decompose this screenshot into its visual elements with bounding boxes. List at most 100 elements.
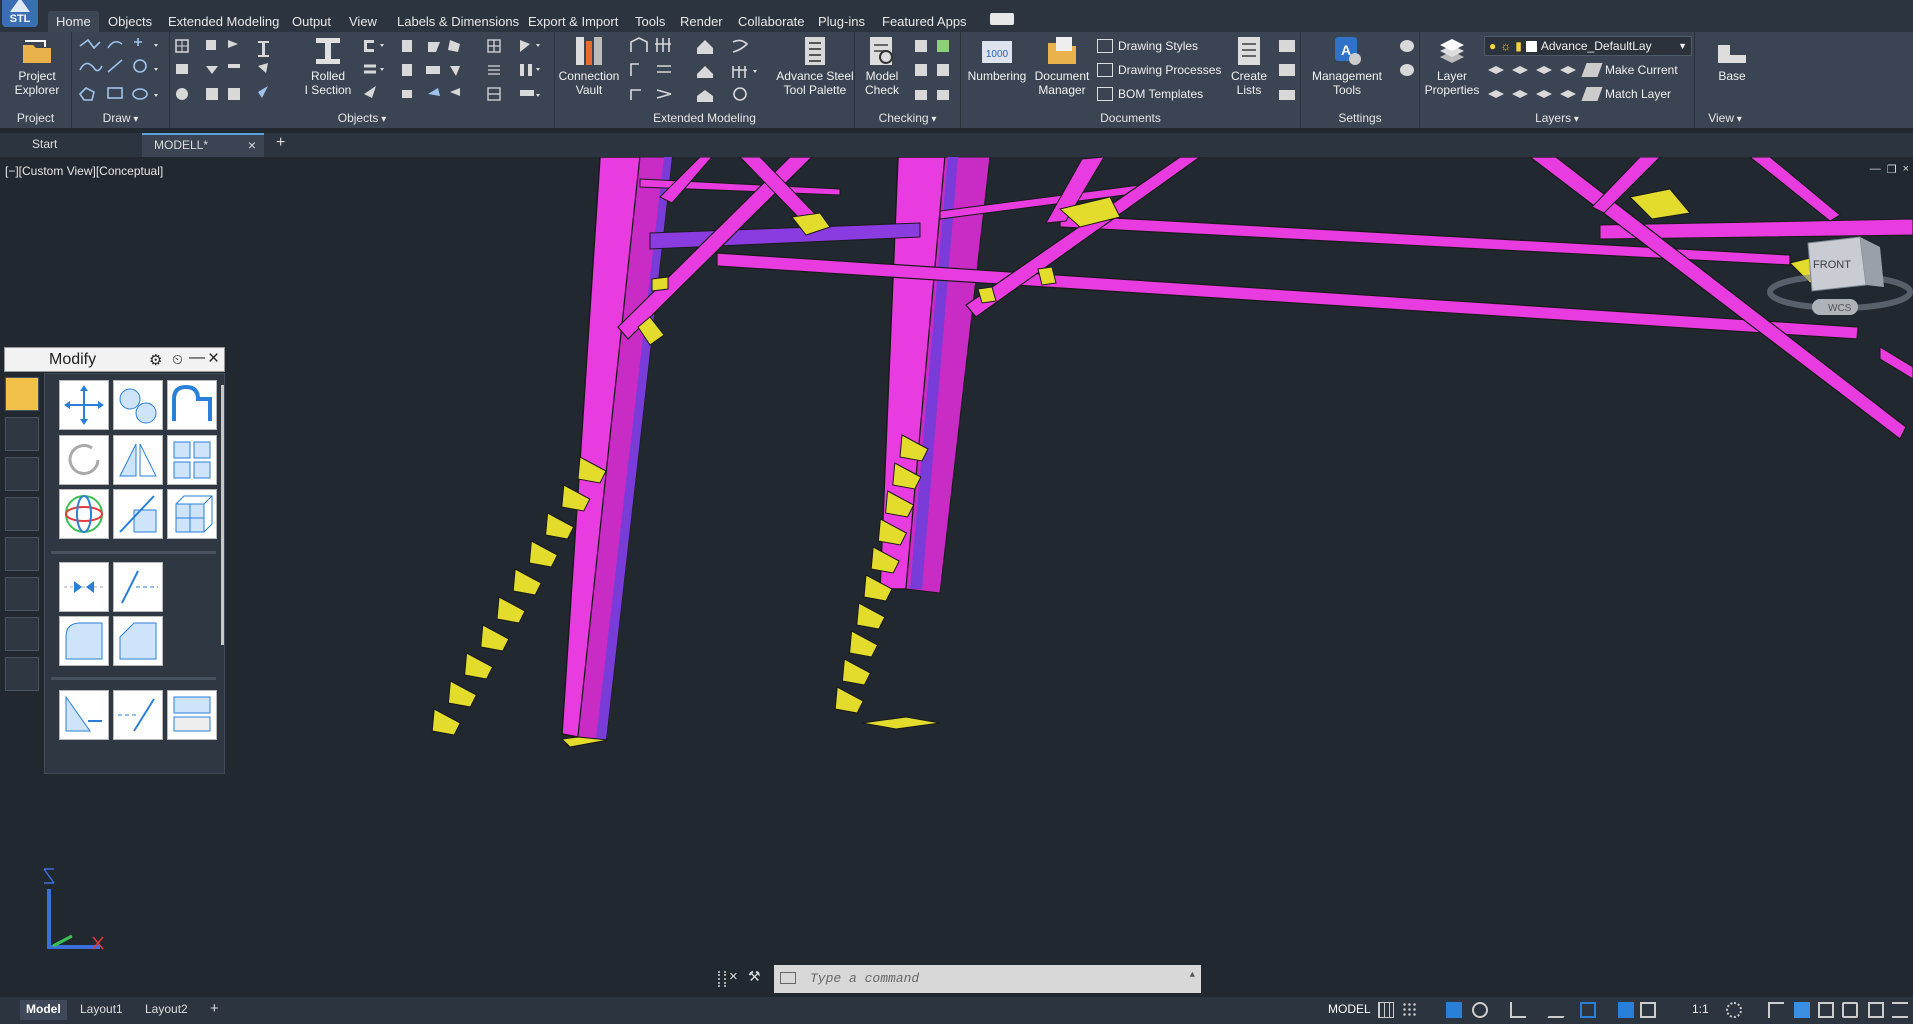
document-manager-button[interactable]: Document Manager [1031,35,1093,97]
array-tool-icon[interactable] [167,435,217,485]
close-icon[interactable]: × [248,137,256,153]
numbering-button[interactable]: 1000 Numbering [965,35,1029,83]
steel-object-icons[interactable] [360,36,555,106]
project-explorer-button[interactable]: Project Explorer [8,35,66,97]
rotate-3d-tool-icon[interactable] [59,489,109,539]
drawing-styles-button[interactable]: Drawing Styles [1097,36,1198,56]
annotation-visibility-icon[interactable] [1618,1002,1634,1018]
tab-view[interactable]: View [349,11,377,32]
bom-templates-button[interactable]: BOM Templates [1097,84,1203,104]
minimize-palette-icon[interactable]: — [189,349,205,367]
model-space-toggle[interactable]: MODEL [1328,1000,1371,1020]
stretch-tool-icon[interactable] [59,690,109,740]
palette-scrollbar[interactable] [221,385,224,645]
tab-extended-modeling[interactable]: Extended Modeling [168,11,279,32]
management-tools-button[interactable]: A Management Tools [1307,35,1387,97]
isolate-objects-icon[interactable] [1818,1002,1834,1018]
autoscale-icon[interactable] [1640,1002,1656,1018]
layout-tab-model[interactable]: Model [20,1000,67,1020]
tools-tab-icon[interactable] [5,417,39,451]
command-input[interactable]: Type a command ▲ [774,965,1201,993]
tab-plugins[interactable]: Plug-ins [818,11,865,32]
new-tab-plus-icon[interactable]: + [270,133,294,157]
settings-database-icons[interactable] [1397,36,1419,106]
ortho-icon[interactable] [1446,1002,1462,1018]
tool-palette-button[interactable]: Advance Steel Tool Palette [775,35,855,97]
layout-tab-layout1[interactable]: Layout1 [80,1000,123,1020]
tab-objects[interactable]: Objects [108,11,152,32]
add-layout-plus-icon[interactable]: + [210,998,219,1018]
move-tool-icon[interactable] [59,380,109,430]
grid-icon[interactable] [1378,1002,1394,1018]
create-lists-button[interactable]: Create Lists [1227,35,1271,97]
layer-properties-button[interactable]: Layer Properties [1422,35,1482,97]
command-grip-icon[interactable] [718,971,726,987]
ribbon-options-icon[interactable] [990,13,1014,25]
layout-tab-layout2[interactable]: Layout2 [145,1000,188,1020]
snap-icon[interactable] [1402,1002,1418,1018]
make-current-button[interactable]: Make Current [1581,60,1678,80]
pencil-tab-icon[interactable] [5,377,39,411]
command-history-icon[interactable]: ▲ [1190,970,1195,980]
model-check-button[interactable]: Model Check [859,35,905,97]
annotation-scale[interactable]: 1:1 [1692,1000,1709,1020]
tab-export-import[interactable]: Export & Import [528,11,618,32]
workspace-icon[interactable] [1794,1002,1810,1018]
offset-tool-icon[interactable] [167,380,217,430]
model-viewport[interactable]: [−][Custom View][Conceptual] — ❐ × FRONT… [0,157,1913,997]
region-tab-icon[interactable] [5,577,39,611]
tab-collaborate[interactable]: Collaborate [738,11,805,32]
polar-icon[interactable] [1472,1002,1488,1018]
match-layer-button[interactable]: Match Layer [1581,84,1671,104]
draw-tools-icons[interactable] [76,36,170,106]
extended-modeling-icons-2[interactable] [693,36,773,106]
gear-icon[interactable]: ⚙ [149,351,162,369]
tab-output[interactable]: Output [292,11,331,32]
tab-modell[interactable]: MODELL* × [142,133,264,157]
tab-labels-dimensions[interactable]: Labels & Dimensions [397,11,519,32]
user-tab-icon[interactable] [5,457,39,491]
layer-tool-icons[interactable] [1484,60,1584,104]
drawing-processes-button[interactable]: Drawing Processes [1097,60,1221,80]
tab-tools[interactable]: Tools [635,11,665,32]
hardware-acceleration-icon[interactable] [1842,1002,1858,1018]
grid-object-icons[interactable] [172,36,292,106]
object-snap-icon[interactable] [1580,1002,1596,1018]
command-prompt-icon[interactable] [780,972,796,984]
copy-tool-icon[interactable] [113,380,163,430]
viewcube-label[interactable]: FRONT [1813,259,1851,271]
align-tool-icon[interactable] [167,690,217,740]
tab-home[interactable]: Home [48,11,99,32]
layer-dropdown[interactable]: ● ☼ ▮ Advance_DefaultLay ▼ [1484,36,1692,56]
plus-icon[interactable] [1768,1002,1784,1018]
connection-vault-button[interactable]: Connection Vault [558,35,620,97]
tab-featured-apps[interactable]: Featured Apps [882,11,967,32]
object-snap-tracking-icon[interactable] [1547,1002,1573,1018]
gear-settings-icon[interactable] [1726,1002,1742,1018]
application-menu-button[interactable]: STL [2,0,38,27]
scale-tool-icon[interactable] [113,489,163,539]
base-view-button[interactable]: Base [1707,35,1757,83]
fillet-tool-icon[interactable] [59,616,109,666]
extended-modeling-icons[interactable] [627,36,697,106]
profile-tab-icon[interactable] [5,617,39,651]
extend-tool-icon[interactable] [113,562,163,612]
wcs-label[interactable]: WCS [1828,303,1852,314]
isodraft-icon[interactable] [1510,1002,1526,1018]
tab-render[interactable]: Render [680,11,723,32]
break-tool-icon[interactable] [59,562,109,612]
selection-tab-icon[interactable] [5,537,39,571]
box-array-tool-icon[interactable] [167,489,217,539]
rolled-i-section-button[interactable]: Rolled I Section [298,35,358,97]
mirror-tool-icon[interactable] [113,435,163,485]
rotate-tool-icon[interactable] [59,435,109,485]
command-close-icon[interactable]: × [729,968,738,985]
tab-start[interactable]: Start [20,133,138,157]
command-wrench-icon[interactable]: ⚒ [748,968,761,985]
customization-menu-icon[interactable] [1892,1002,1908,1018]
checking-tool-icons[interactable] [911,36,961,106]
dimension-tab-icon[interactable] [5,497,39,531]
stair-tab-icon[interactable] [5,657,39,691]
chamfer-tool-icon[interactable] [113,616,163,666]
fullscreen-icon[interactable] [1868,1002,1884,1018]
